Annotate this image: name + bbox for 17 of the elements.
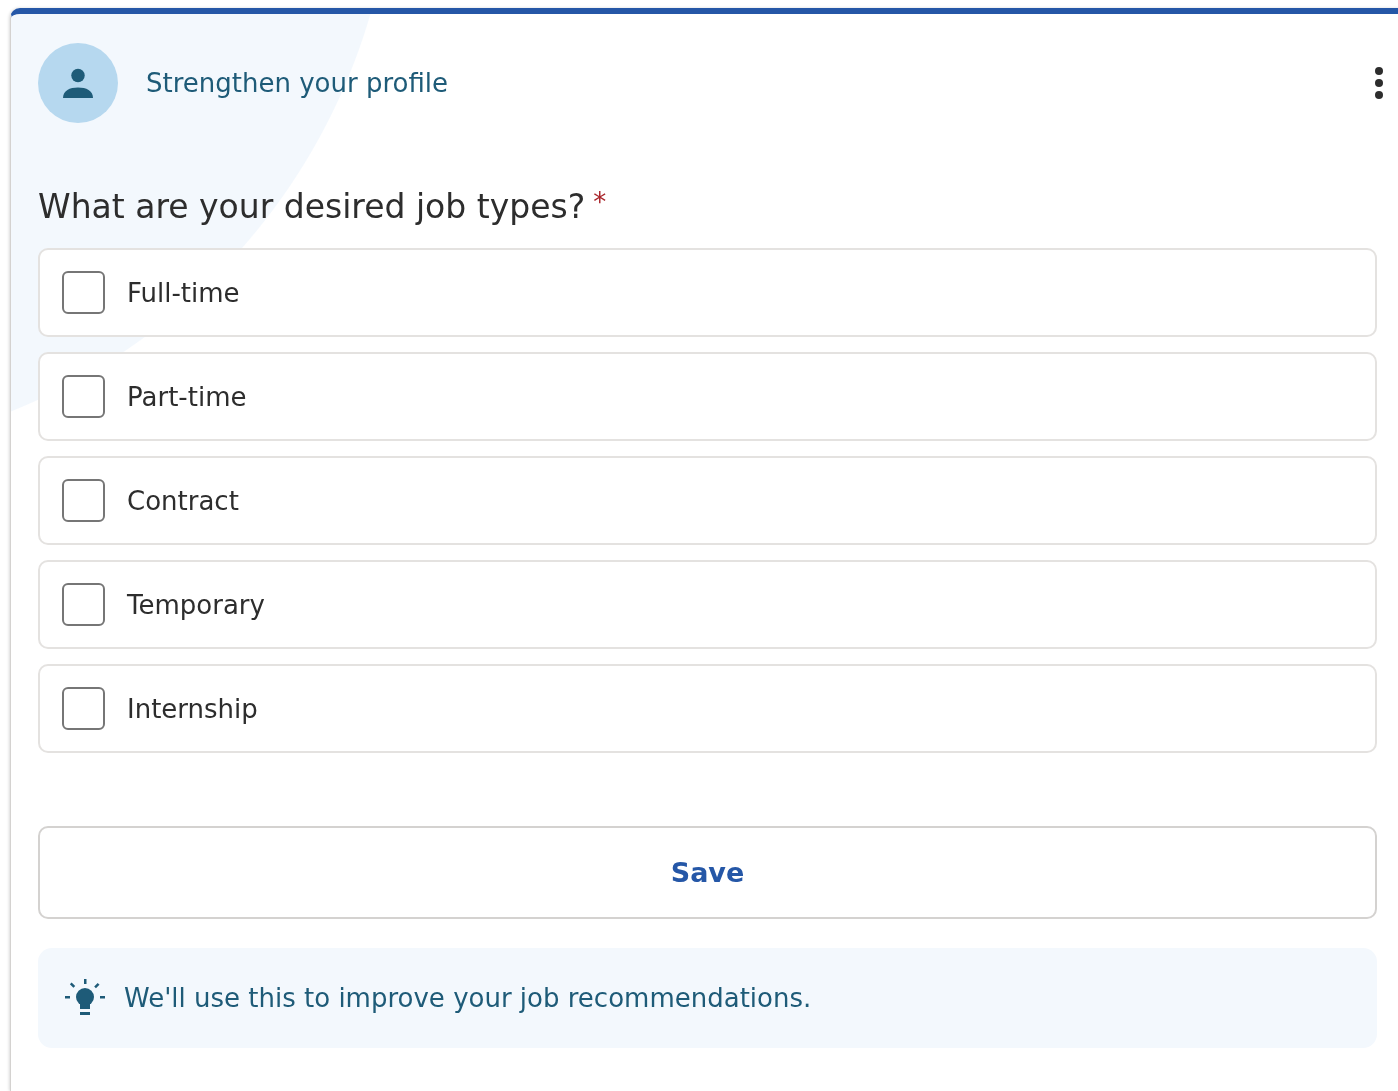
job-type-option[interactable]: Temporary bbox=[38, 560, 1377, 649]
checkbox[interactable] bbox=[62, 583, 105, 626]
lightbulb-icon bbox=[64, 978, 106, 1018]
required-mark: * bbox=[593, 187, 607, 217]
checkbox[interactable] bbox=[62, 375, 105, 418]
save-button[interactable]: Save bbox=[38, 826, 1377, 919]
question-text: What are your desired job types? bbox=[38, 187, 586, 226]
info-text: We'll use this to improve your job recommendations. bbox=[124, 983, 812, 1013]
job-type-option[interactable]: Contract bbox=[38, 456, 1377, 545]
more-icon bbox=[1374, 66, 1384, 100]
job-type-option[interactable]: Full-time bbox=[38, 248, 1377, 337]
checkbox[interactable] bbox=[62, 479, 105, 522]
job-type-option[interactable]: Part-time bbox=[38, 352, 1377, 441]
job-type-option[interactable]: Internship bbox=[38, 664, 1377, 753]
card-title: Strengthen your profile bbox=[146, 68, 450, 98]
checkbox[interactable] bbox=[62, 687, 105, 730]
checkbox[interactable] bbox=[62, 271, 105, 314]
